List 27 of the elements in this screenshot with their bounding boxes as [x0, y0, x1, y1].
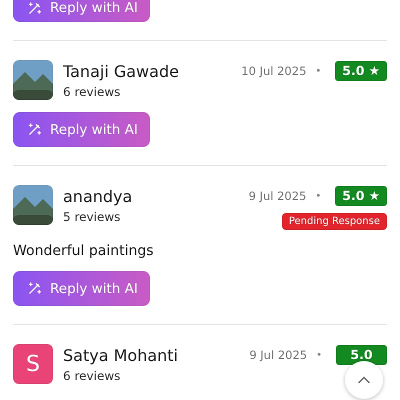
- magic-wand-icon: [27, 122, 42, 137]
- review-count: 6 reviews: [63, 369, 122, 383]
- review-date: 10 Jul 2025: [241, 64, 306, 78]
- status-badge: Pending Response: [282, 213, 387, 230]
- magic-wand-icon: [27, 281, 42, 296]
- review-date: 9 Jul 2025: [248, 189, 306, 203]
- reviewer-name: Satya Mohanti: [63, 345, 179, 367]
- magic-wand-icon: [27, 0, 42, 16]
- rating-badge: 5.0 ★: [335, 186, 387, 206]
- avatar-photo: [13, 60, 53, 100]
- rating-badge: 5.0: [336, 345, 387, 365]
- reviewer-name: Tanaji Gawade: [63, 61, 180, 83]
- separator-dot: •: [315, 66, 322, 76]
- review-text: Wonderful paintings: [13, 243, 155, 259]
- separator-dot: •: [315, 190, 322, 202]
- reviewer-name: anandya: [63, 186, 134, 208]
- review-count: 6 reviews: [63, 85, 122, 99]
- avatar-photo: [13, 185, 53, 225]
- avatar-initial: S: [13, 344, 53, 384]
- review-count: 5 reviews: [63, 210, 122, 224]
- reply-with-ai-button[interactable]: Reply with AI: [13, 271, 150, 306]
- reply-with-ai-button[interactable]: Reply with AI: [13, 112, 150, 147]
- reply-with-ai-button[interactable]: Reply with AI: [13, 0, 150, 22]
- rating-badge: 5.0 ★: [335, 61, 387, 81]
- review-date: 9 Jul 2025: [249, 348, 308, 362]
- separator-dot: •: [316, 350, 322, 360]
- scroll-to-top-button[interactable]: [345, 361, 383, 399]
